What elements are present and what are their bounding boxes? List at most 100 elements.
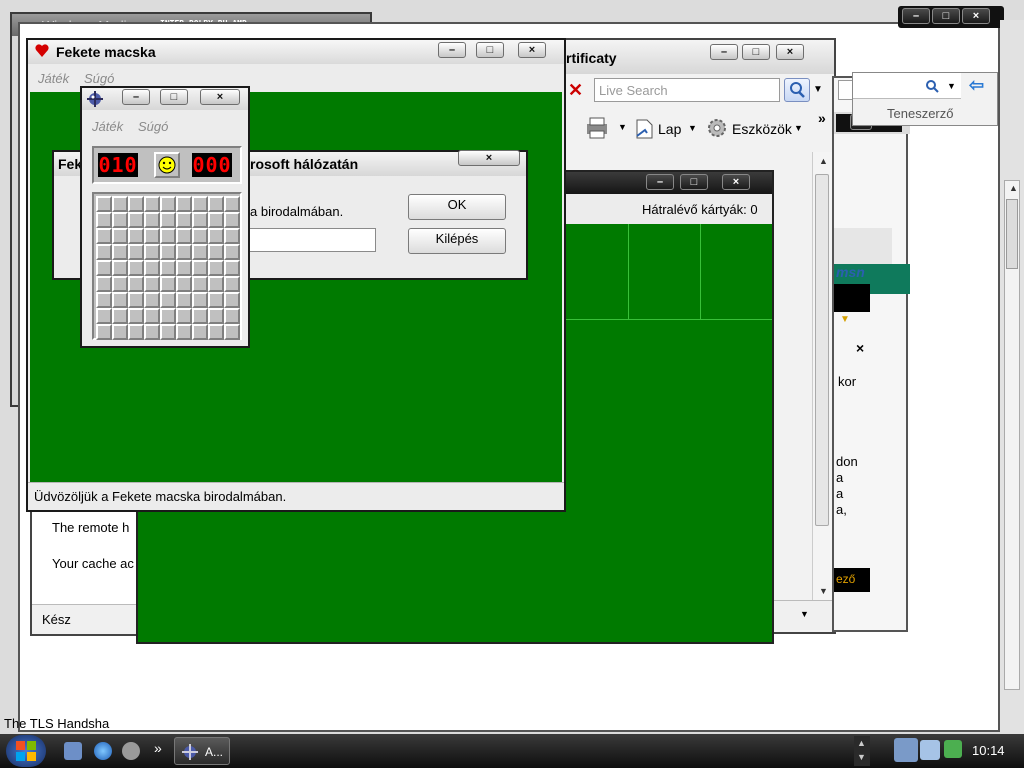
tools-dropdown-icon[interactable]: ▼ [794, 123, 803, 133]
mine-cell[interactable] [96, 260, 112, 276]
mine-cell[interactable] [192, 196, 208, 212]
mines-menu-game[interactable]: Játék [92, 119, 123, 134]
mine-cell[interactable] [160, 196, 176, 212]
mine-cell[interactable] [144, 260, 160, 276]
mine-cell[interactable] [144, 244, 160, 260]
hearts2-minimize-button[interactable]: – [646, 174, 674, 190]
mine-cell[interactable] [144, 292, 160, 308]
tray-network-icon[interactable] [894, 738, 918, 762]
mine-cell[interactable] [160, 228, 176, 244]
mine-cell[interactable] [192, 324, 208, 340]
mine-cell[interactable] [160, 276, 176, 292]
mine-cell[interactable] [160, 308, 176, 324]
stop-icon[interactable]: ✕ [568, 80, 583, 101]
taskbar-active-task[interactable]: A... [174, 737, 230, 765]
mine-cell[interactable] [208, 292, 224, 308]
tray-monitor-icon[interactable] [920, 740, 940, 760]
mine-cell[interactable] [176, 228, 192, 244]
hearts-maximize-button[interactable]: □ [476, 42, 504, 58]
scroll-down-icon[interactable]: ▼ [819, 586, 828, 596]
mine-cell[interactable] [224, 260, 240, 276]
mine-cell[interactable] [96, 196, 112, 212]
tools-menu-label[interactable]: Eszközök [732, 121, 792, 137]
mine-cell[interactable] [176, 196, 192, 212]
ie-scrollbar[interactable]: ▲ ▼ [812, 152, 832, 602]
mine-cell[interactable] [176, 260, 192, 276]
mine-cell[interactable] [96, 212, 112, 228]
tray-update-icon[interactable] [944, 740, 962, 758]
mine-cell[interactable] [128, 308, 144, 324]
mine-grid[interactable] [92, 192, 242, 340]
mine-cell[interactable] [224, 324, 240, 340]
mine-cell[interactable] [96, 228, 112, 244]
mine-cell[interactable] [208, 212, 224, 228]
back-maximize-button[interactable]: □ [932, 8, 960, 24]
taskbar-scroll[interactable]: ▲ ▼ [854, 736, 870, 766]
mine-cell[interactable] [96, 276, 112, 292]
search-dropdown-icon[interactable]: ▼ [813, 84, 823, 95]
print-icon[interactable] [584, 116, 610, 140]
page-icon[interactable] [634, 118, 654, 140]
mine-cell[interactable] [144, 324, 160, 340]
mine-cell[interactable] [112, 292, 128, 308]
mine-cell[interactable] [208, 308, 224, 324]
quicklaunch-ie-icon[interactable] [94, 742, 112, 760]
mine-cell[interactable] [160, 260, 176, 276]
mine-cell[interactable] [224, 212, 240, 228]
hearts2-maximize-button[interactable]: □ [680, 174, 708, 190]
mine-cell[interactable] [112, 324, 128, 340]
mine-cell[interactable] [192, 228, 208, 244]
far-right-address[interactable]: ▼ [853, 73, 961, 99]
page-dropdown-icon[interactable]: ▼ [688, 123, 697, 133]
mine-cell[interactable] [128, 196, 144, 212]
search-input[interactable]: Live Search [594, 78, 780, 102]
ie-minimize-button[interactable]: – [710, 44, 738, 60]
zoom-dropdown-icon[interactable]: ▼ [800, 609, 809, 619]
ok-button[interactable]: OK [408, 194, 506, 220]
mine-cell[interactable] [224, 292, 240, 308]
mine-cell[interactable] [96, 324, 112, 340]
mines-menu-help[interactable]: Súgó [138, 119, 168, 134]
ie-maximize-button[interactable]: □ [742, 44, 770, 60]
mine-cell[interactable] [128, 244, 144, 260]
search-button[interactable] [784, 78, 810, 102]
favorite-label[interactable]: Teneszerző [887, 106, 953, 121]
back-close-button[interactable]: × [962, 8, 990, 24]
mine-cell[interactable] [224, 244, 240, 260]
mine-cell[interactable] [160, 292, 176, 308]
smiley-button[interactable] [154, 152, 180, 178]
mine-cell[interactable] [112, 228, 128, 244]
mine-cell[interactable] [128, 260, 144, 276]
desktop-scroll-thumb[interactable] [1006, 199, 1018, 269]
dialog-name-input[interactable] [244, 228, 376, 252]
gear-icon[interactable] [706, 117, 728, 139]
mines-minimize-button[interactable]: – [122, 89, 150, 105]
mine-cell[interactable] [112, 260, 128, 276]
mines-maximize-button[interactable]: □ [160, 89, 188, 105]
mine-cell[interactable] [176, 276, 192, 292]
page-menu-label[interactable]: Lap [658, 121, 681, 137]
back-minimize-button[interactable]: – [902, 8, 930, 24]
mine-cell[interactable] [208, 276, 224, 292]
mine-cell[interactable] [192, 260, 208, 276]
mine-cell[interactable] [160, 212, 176, 228]
desktop-scroll-up-icon[interactable]: ▲ [1009, 183, 1018, 193]
msn-arrow-icon[interactable]: ▼ [840, 314, 850, 325]
mine-cell[interactable] [176, 212, 192, 228]
mine-cell[interactable] [208, 196, 224, 212]
mine-cell[interactable] [192, 292, 208, 308]
mine-cell[interactable] [144, 212, 160, 228]
toolbar-more-icon[interactable]: » [818, 110, 826, 126]
mine-cell[interactable] [176, 292, 192, 308]
msn-close-x[interactable]: × [856, 340, 864, 356]
print-dropdown-icon[interactable]: ▼ [618, 122, 627, 132]
mine-cell[interactable] [128, 276, 144, 292]
mine-cell[interactable] [160, 244, 176, 260]
far-right-dropdown-icon[interactable]: ▼ [947, 81, 956, 91]
mine-cell[interactable] [208, 228, 224, 244]
mine-cell[interactable] [128, 212, 144, 228]
mine-cell[interactable] [112, 196, 128, 212]
exit-button[interactable]: Kilépés [408, 228, 506, 254]
mine-cell[interactable] [176, 308, 192, 324]
mine-cell[interactable] [192, 276, 208, 292]
